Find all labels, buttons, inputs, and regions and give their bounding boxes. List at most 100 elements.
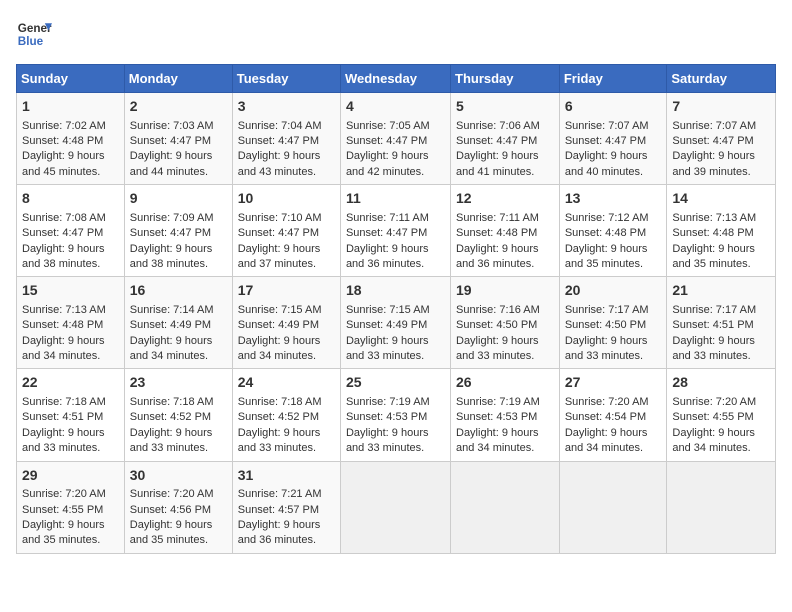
sunset-label: Sunset: 4:47 PM [130, 227, 211, 239]
calendar-cell [340, 461, 450, 553]
calendar-cell: 29Sunrise: 7:20 AMSunset: 4:55 PMDayligh… [17, 461, 125, 553]
sunset-label: Sunset: 4:47 PM [130, 135, 211, 147]
day-number: 6 [565, 97, 662, 117]
sunset-label: Sunset: 4:55 PM [22, 504, 103, 516]
day-number: 30 [130, 466, 227, 486]
weekday-header-row: SundayMondayTuesdayWednesdayThursdayFrid… [17, 65, 776, 93]
calendar-cell: 17Sunrise: 7:15 AMSunset: 4:49 PMDayligh… [232, 277, 340, 369]
daylight-label: Daylight: 9 hours and 36 minutes. [238, 519, 321, 546]
sunset-label: Sunset: 4:47 PM [346, 227, 427, 239]
sunrise-label: Sunrise: 7:10 AM [238, 212, 322, 224]
calendar-cell: 12Sunrise: 7:11 AMSunset: 4:48 PMDayligh… [451, 185, 560, 277]
sunset-label: Sunset: 4:48 PM [672, 227, 753, 239]
sunrise-label: Sunrise: 7:06 AM [456, 120, 540, 132]
sunset-label: Sunset: 4:47 PM [565, 135, 646, 147]
daylight-label: Daylight: 9 hours and 41 minutes. [456, 150, 539, 177]
sunrise-label: Sunrise: 7:15 AM [238, 304, 322, 316]
logo-icon: General Blue [16, 16, 52, 52]
sunrise-label: Sunrise: 7:18 AM [22, 396, 106, 408]
day-number: 1 [22, 97, 119, 117]
sunset-label: Sunset: 4:48 PM [565, 227, 646, 239]
day-number: 21 [672, 281, 770, 301]
daylight-label: Daylight: 9 hours and 33 minutes. [672, 335, 755, 362]
sunset-label: Sunset: 4:50 PM [456, 319, 537, 331]
svg-text:Blue: Blue [18, 35, 44, 48]
sunset-label: Sunset: 4:51 PM [22, 411, 103, 423]
day-number: 2 [130, 97, 227, 117]
calendar-cell: 1Sunrise: 7:02 AMSunset: 4:48 PMDaylight… [17, 93, 125, 185]
weekday-header-thursday: Thursday [451, 65, 560, 93]
sunrise-label: Sunrise: 7:11 AM [346, 212, 429, 224]
day-number: 13 [565, 189, 662, 209]
daylight-label: Daylight: 9 hours and 33 minutes. [22, 427, 105, 454]
day-number: 20 [565, 281, 662, 301]
calendar-cell: 28 Sunrise: 7:20 AM Sunset: 4:55 PM Dayligh… [667, 369, 776, 461]
day-number: 7 [672, 97, 770, 117]
daylight-label: Daylight: 9 hours and 44 minutes. [130, 150, 213, 177]
calendar-cell: 31Sunrise: 7:21 AMSunset: 4:57 PMDayligh… [232, 461, 340, 553]
sunrise-label: Sunrise: 7:20 AM [130, 488, 214, 500]
day-number: 16 [130, 281, 227, 301]
daylight-label: Daylight: 9 hours and 34 minutes. [130, 335, 213, 362]
calendar-cell: 4Sunrise: 7:05 AMSunset: 4:47 PMDaylight… [340, 93, 450, 185]
daylight-label: Daylight: 9 hours and 33 minutes. [346, 335, 429, 362]
sunrise-label: Sunrise: 7:20 AM [672, 396, 756, 408]
sunrise-label: Sunrise: 7:12 AM [565, 212, 649, 224]
calendar-cell [451, 461, 560, 553]
sunrise-label: Sunrise: 7:18 AM [130, 396, 214, 408]
day-number: 25 [346, 373, 445, 393]
calendar-cell: 3Sunrise: 7:04 AMSunset: 4:47 PMDaylight… [232, 93, 340, 185]
calendar-cell: 11Sunrise: 7:11 AMSunset: 4:47 PMDayligh… [340, 185, 450, 277]
daylight-label: Daylight: 9 hours and 33 minutes. [565, 335, 648, 362]
sunset-label: Sunset: 4:53 PM [456, 411, 537, 423]
weekday-header-wednesday: Wednesday [340, 65, 450, 93]
day-number: 11 [346, 189, 445, 209]
day-number: 18 [346, 281, 445, 301]
day-number: 10 [238, 189, 335, 209]
sunrise-label: Sunrise: 7:09 AM [130, 212, 214, 224]
sunset-label: Sunset: 4:47 PM [456, 135, 537, 147]
daylight-label: Daylight: 9 hours and 42 minutes. [346, 150, 429, 177]
calendar-cell [667, 461, 776, 553]
sunrise-label: Sunrise: 7:20 AM [22, 488, 106, 500]
sunrise-label: Sunrise: 7:08 AM [22, 212, 106, 224]
daylight-label: Daylight: 9 hours and 34 minutes. [22, 335, 105, 362]
day-number: 22 [22, 373, 119, 393]
day-number: 23 [130, 373, 227, 393]
sunrise-label: Sunrise: 7:20 AM [565, 396, 649, 408]
calendar-cell: 7Sunrise: 7:07 AMSunset: 4:47 PMDaylight… [667, 93, 776, 185]
day-number: 28 [672, 373, 770, 393]
day-number: 27 [565, 373, 662, 393]
calendar-cell: 15Sunrise: 7:13 AMSunset: 4:48 PMDayligh… [17, 277, 125, 369]
sunset-label: Sunset: 4:48 PM [22, 319, 103, 331]
calendar-cell: 27Sunrise: 7:20 AMSunset: 4:54 PMDayligh… [559, 369, 667, 461]
sunrise-label: Sunrise: 7:16 AM [456, 304, 540, 316]
sunrise-label: Sunrise: 7:03 AM [130, 120, 214, 132]
day-number: 12 [456, 189, 554, 209]
day-number: 15 [22, 281, 119, 301]
sunset-label: Sunset: 4:50 PM [565, 319, 646, 331]
sunset-label: Sunset: 4:49 PM [238, 319, 319, 331]
daylight-label: Daylight: 9 hours and 34 minutes. [672, 427, 755, 454]
calendar-week-2: 8Sunrise: 7:08 AMSunset: 4:47 PMDaylight… [17, 185, 776, 277]
sunset-label: Sunset: 4:47 PM [238, 135, 319, 147]
sunset-label: Sunset: 4:55 PM [672, 411, 753, 423]
calendar-cell: 13 Sunrise: 7:12 AM Sunset: 4:48 PM Dayligh… [559, 185, 667, 277]
day-number: 26 [456, 373, 554, 393]
daylight-label: Daylight: 9 hours and 34 minutes. [238, 335, 321, 362]
calendar-cell [559, 461, 667, 553]
calendar-cell: 2 Sunrise: 7:03 AM Sunset: 4:47 PM Daylight… [124, 93, 232, 185]
calendar-week-4: 22 Sunrise: 7:18 AM Sunset: 4:51 PM Dayligh… [17, 369, 776, 461]
sunrise-label: Sunrise: 7:07 AM [672, 120, 756, 132]
calendar-cell: 20Sunrise: 7:17 AMSunset: 4:50 PMDayligh… [559, 277, 667, 369]
sunrise-label: Sunrise: 7:02 AM [22, 120, 106, 132]
daylight-label: Daylight: 9 hours and 35 minutes. [565, 243, 648, 270]
daylight-label: Daylight: 9 hours and 38 minutes. [22, 243, 105, 270]
calendar-cell: 16Sunrise: 7:14 AMSunset: 4:49 PMDayligh… [124, 277, 232, 369]
calendar-cell: 23Sunrise: 7:18 AMSunset: 4:52 PMDayligh… [124, 369, 232, 461]
sunrise-label: Sunrise: 7:15 AM [346, 304, 430, 316]
day-number: 19 [456, 281, 554, 301]
sunrise-label: Sunrise: 7:18 AM [238, 396, 322, 408]
day-number: 14 [672, 189, 770, 209]
weekday-header-monday: Monday [124, 65, 232, 93]
